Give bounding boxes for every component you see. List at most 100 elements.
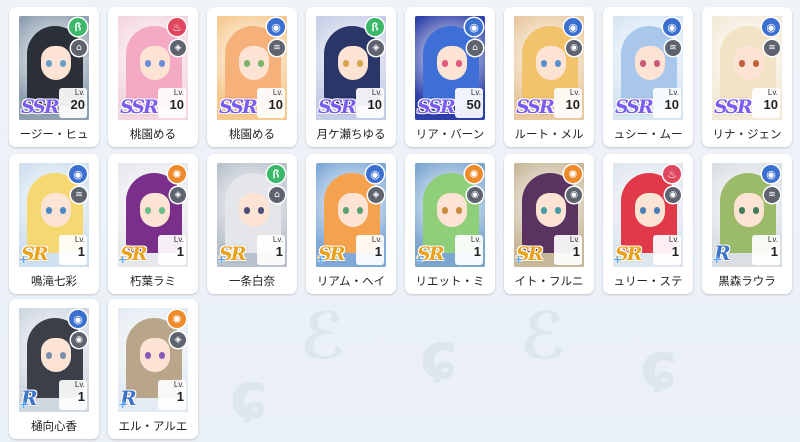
- character-name: 桃園める: [229, 127, 275, 141]
- character-grid: ꟗ ⌂ SSR Lv. 20 ージー・ヒュ ♨ ◈ SSR Lv. 10 桃園め…: [0, 0, 800, 442]
- character-name: ージー・ヒュ: [19, 127, 89, 141]
- right-eye: [555, 60, 561, 67]
- level-value: 1: [770, 244, 778, 259]
- character-card[interactable]: ◉ ◉ SSR Lv. 10 ルート・メル: [504, 7, 594, 147]
- sun-icon: ✺: [465, 165, 483, 183]
- character-card[interactable]: ꟗ ⌂ SR Lv. 1 + 一条白奈: [207, 154, 297, 294]
- character-portrait: ◉ ≋ SSR Lv. 10: [709, 13, 785, 123]
- level-box: Lv. 1: [455, 235, 483, 265]
- left-eye: [343, 60, 349, 67]
- right-eye: [60, 352, 66, 359]
- level-value: 10: [664, 97, 679, 112]
- character-portrait: ✺ ◈ R Lv. 1 +: [115, 305, 191, 415]
- character-name: 桃園める: [130, 127, 176, 141]
- character-card[interactable]: ꟗ ⌂ SSR Lv. 20 ージー・ヒュ: [9, 7, 99, 147]
- sun-icon: ✺: [168, 165, 186, 183]
- level-box: Lv. 10: [257, 88, 285, 118]
- character-name: 黒森ラウラ: [718, 274, 776, 288]
- level-value: 1: [473, 244, 481, 259]
- water-icon: ◉: [762, 165, 780, 183]
- level-box: Lv. 1: [752, 235, 780, 265]
- left-eye: [244, 207, 250, 214]
- left-eye: [640, 60, 646, 67]
- level-value: 1: [275, 244, 283, 259]
- right-eye: [60, 60, 66, 67]
- character-name: 月ケ瀬ちゆる: [316, 127, 386, 141]
- water-icon: ◉: [69, 165, 87, 183]
- character-card[interactable]: ✺ ◉ SR Lv. 1 + リエット・ミ: [405, 154, 495, 294]
- level-box: Lv. 1: [158, 380, 186, 410]
- shield-icon: ◈: [170, 187, 186, 203]
- level-box: Lv. 1: [158, 235, 186, 265]
- character-portrait: ✺ ◉ SR Lv. 1 +: [511, 160, 587, 270]
- character-card[interactable]: ꟗ ◈ SSR Lv. 10 月ケ瀬ちゆる: [306, 7, 396, 147]
- level-value: 10: [565, 97, 580, 112]
- character-name: 朽葉ラミ: [130, 274, 176, 288]
- character-name: 鳴滝七彩: [31, 274, 77, 288]
- plus-icon: +: [514, 253, 524, 266]
- water-icon: ◉: [762, 18, 780, 36]
- right-eye: [654, 60, 660, 67]
- right-eye: [357, 60, 363, 67]
- sun-icon: ✺: [564, 165, 582, 183]
- eye-icon: ◉: [71, 332, 87, 348]
- level-value: 1: [176, 244, 184, 259]
- character-card[interactable]: ◉ ⌂ SSR Lv. 50 リア・バーン: [405, 7, 495, 147]
- character-card[interactable]: ◉ ≋ R Lv. 1 + 黒森ラウラ: [702, 154, 792, 294]
- right-eye: [456, 60, 462, 67]
- leaf-swirl-icon: ꟗ: [69, 18, 87, 36]
- character-card[interactable]: ◉ ◉ R Lv. 1 + 樋向心香: [9, 299, 99, 439]
- level-box: Lv. 50: [455, 88, 483, 118]
- rarity-badge: SSR: [615, 96, 654, 118]
- level-value: 10: [367, 97, 382, 112]
- plus-icon: +: [316, 253, 326, 266]
- level-value: 10: [169, 97, 184, 112]
- water-icon: ◉: [267, 18, 285, 36]
- eye-icon: ◉: [665, 187, 681, 203]
- plus-icon: +: [217, 253, 227, 266]
- level-value: 1: [671, 244, 679, 259]
- wing-icon: ≋: [665, 40, 681, 56]
- character-portrait: ◉ ⌂ SSR Lv. 50: [412, 13, 488, 123]
- left-eye: [739, 60, 745, 67]
- sun-icon: ✺: [168, 310, 186, 328]
- rarity-badge: SSR: [516, 96, 555, 118]
- character-card[interactable]: ♨ ◈ SSR Lv. 10 桃園める: [108, 7, 198, 147]
- character-portrait: ◉ ◈ SR Lv. 1 +: [313, 160, 389, 270]
- character-card[interactable]: ✺ ◈ R Lv. 1 + エル・アルエ: [108, 299, 198, 439]
- level-box: Lv. 20: [59, 88, 87, 118]
- character-card[interactable]: ◉ ◈ SR Lv. 1 + リアム・ヘイ: [306, 154, 396, 294]
- character-name: イト・フルニ: [514, 274, 584, 288]
- character-portrait: ✺ ◉ SR Lv. 1 +: [412, 160, 488, 270]
- left-eye: [46, 352, 52, 359]
- character-portrait: ✺ ◈ SR Lv. 1 +: [115, 160, 191, 270]
- eye-icon: ◉: [566, 187, 582, 203]
- armor-icon: ⌂: [269, 187, 285, 203]
- eye-icon: ◉: [566, 40, 582, 56]
- leaf-swirl-icon: ꟗ: [267, 165, 285, 183]
- character-card[interactable]: ✺ ◈ SR Lv. 1 + 朽葉ラミ: [108, 154, 198, 294]
- rarity-badge: SSR: [318, 96, 357, 118]
- character-name: ュシー・ムー: [613, 127, 683, 141]
- character-name: リア・バーン: [415, 127, 485, 141]
- flame-icon: ♨: [168, 18, 186, 36]
- character-card[interactable]: ◉ ≋ SSR Lv. 10 ュシー・ムー: [603, 7, 693, 147]
- right-eye: [555, 207, 561, 214]
- character-card[interactable]: ◉ ≋ SSR Lv. 10 桃園める: [207, 7, 297, 147]
- character-card[interactable]: ♨ ◉ SR Lv. 1 + ュリー・ステ: [603, 154, 693, 294]
- armor-icon: ⌂: [467, 40, 483, 56]
- character-name: 一条白奈: [229, 274, 275, 288]
- character-card[interactable]: ◉ ≋ SSR Lv. 10 リナ・ジェン: [702, 7, 792, 147]
- character-card[interactable]: ◉ ≋ SR Lv. 1 + 鳴滝七彩: [9, 154, 99, 294]
- character-name: リナ・ジェン: [712, 127, 782, 141]
- wing-icon: ≋: [269, 40, 285, 56]
- level-box: Lv. 1: [653, 235, 681, 265]
- character-portrait: ꟗ ◈ SSR Lv. 10: [313, 13, 389, 123]
- left-eye: [145, 207, 151, 214]
- character-portrait: ꟗ ⌂ SR Lv. 1 +: [214, 160, 290, 270]
- plus-icon: +: [118, 253, 128, 266]
- left-eye: [145, 60, 151, 67]
- water-icon: ◉: [663, 18, 681, 36]
- character-card[interactable]: ✺ ◉ SR Lv. 1 + イト・フルニ: [504, 154, 594, 294]
- plus-icon: +: [118, 398, 128, 411]
